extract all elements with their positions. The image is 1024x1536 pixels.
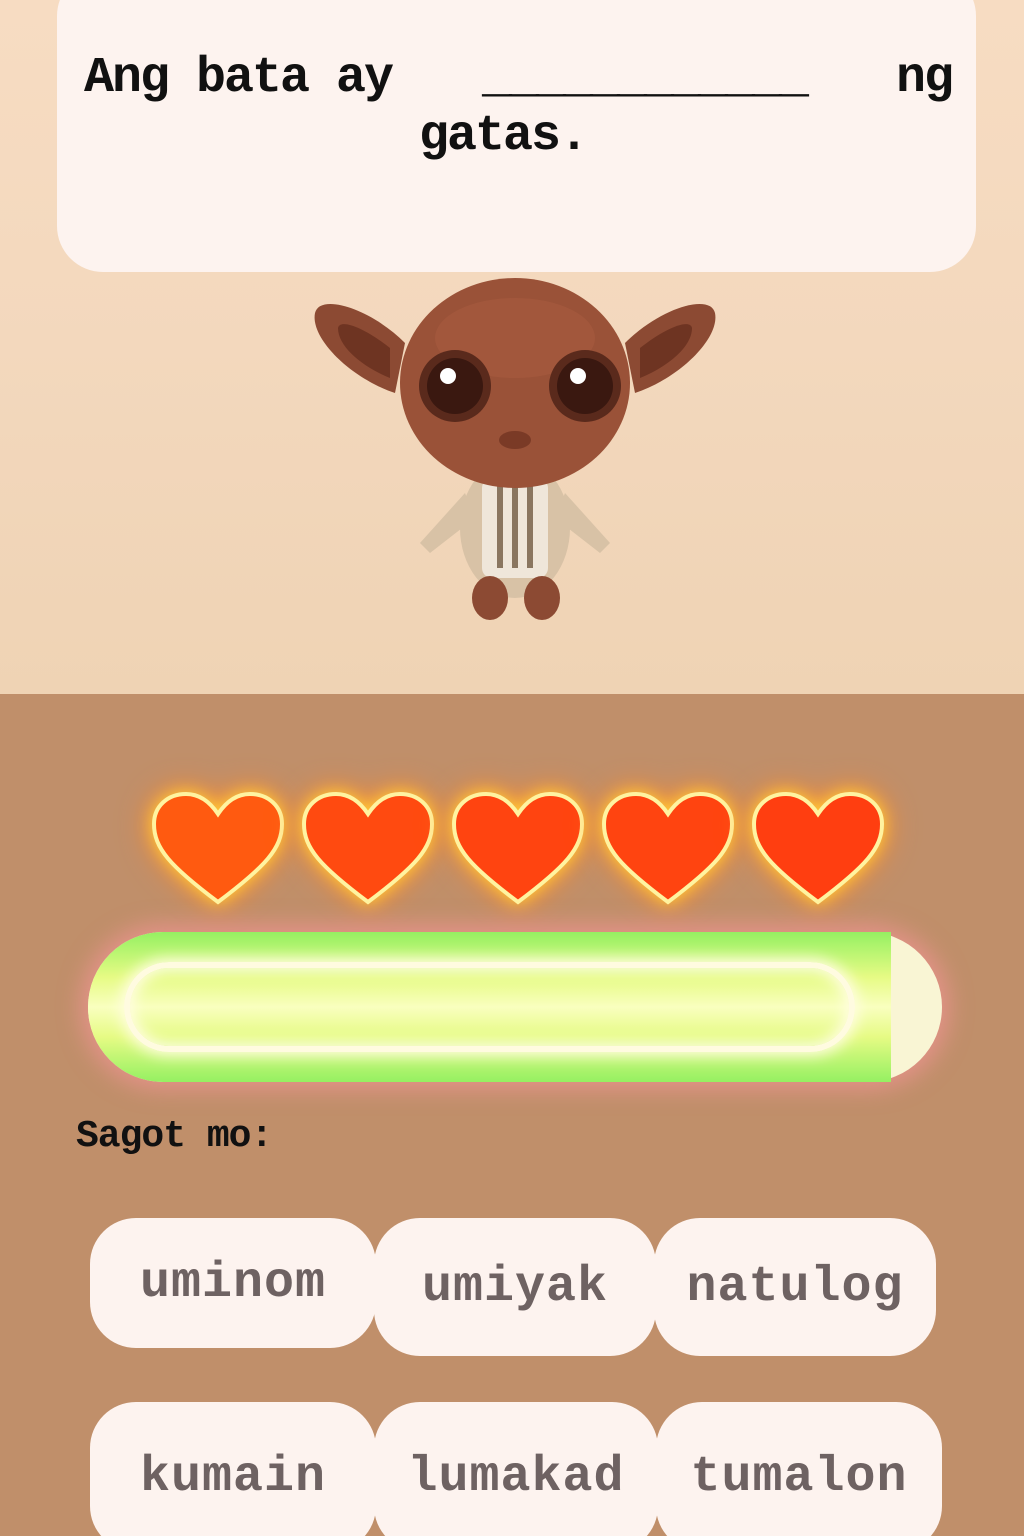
- lives-row: [150, 790, 890, 910]
- choice-button-umiyak[interactable]: umiyak: [374, 1218, 656, 1356]
- heart-icon: [151, 791, 285, 905]
- question-suffix: ng: [895, 50, 954, 107]
- right-leg: [524, 576, 560, 620]
- choice-button-lumakad[interactable]: lumakad: [374, 1402, 658, 1536]
- choice-button-kumain[interactable]: kumain: [90, 1402, 376, 1536]
- choice-button-natulog[interactable]: natulog: [654, 1218, 936, 1356]
- nose: [499, 431, 531, 449]
- heart-icon: [751, 791, 885, 905]
- heart-icon: [601, 791, 735, 905]
- question-line-1: Ang bata ay ____________ ng: [84, 50, 954, 108]
- question-line-2: gatas.: [418, 108, 589, 165]
- heart-icon: [451, 791, 585, 905]
- choice-button-tumalon[interactable]: tumalon: [656, 1402, 942, 1536]
- tarsier-character: [314, 278, 716, 620]
- choice-button-uminom[interactable]: uminom: [90, 1218, 376, 1348]
- question-prefix: Ang bata ay: [84, 50, 394, 107]
- timer-bar: [88, 932, 944, 1082]
- question-text: Ang bata ay ____________ ng gatas.: [84, 50, 954, 166]
- heart-icon: [301, 791, 435, 905]
- left-leg: [472, 576, 508, 620]
- answer-blank: ____________: [481, 50, 809, 107]
- answer-label: Sagot mo:: [76, 1115, 273, 1158]
- timer-fill-highlight: [124, 962, 855, 1052]
